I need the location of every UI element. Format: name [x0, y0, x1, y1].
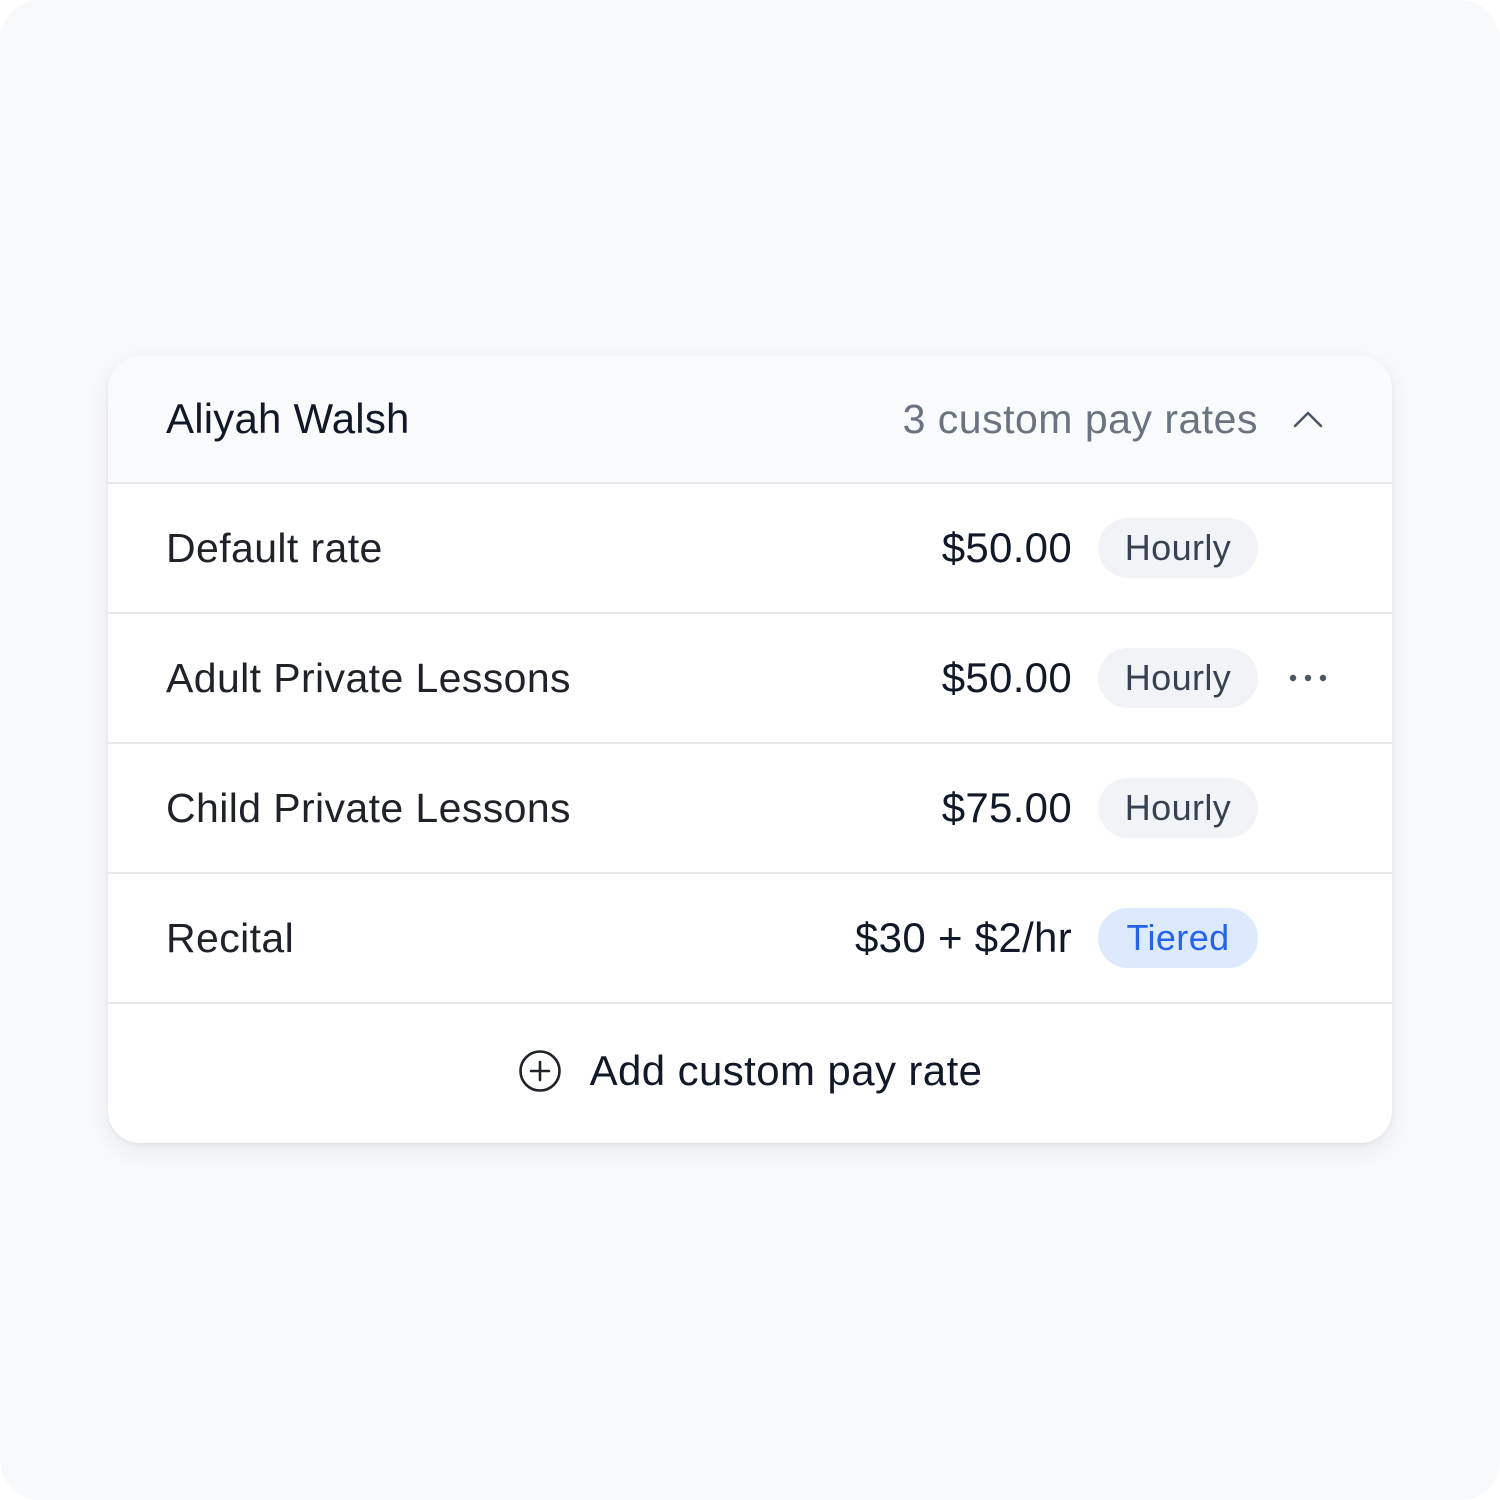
rate-amount: $75.00 — [941, 784, 1072, 831]
rate-row-child-private-lessons[interactable]: Child Private Lessons $75.00 Hourly — [108, 744, 1392, 874]
rate-name: Default rate — [166, 524, 383, 571]
row-actions-slot — [1282, 912, 1334, 964]
row-actions-slot — [1282, 782, 1334, 834]
rate-name: Recital — [166, 914, 295, 961]
more-options-button[interactable] — [1282, 652, 1334, 704]
plus-circle-icon — [518, 1049, 561, 1092]
rate-count: 3 custom pay rates — [902, 395, 1258, 442]
rate-type-badge: Hourly — [1098, 648, 1258, 708]
row-actions-slot — [1282, 522, 1334, 574]
page-background: Aliyah Walsh 3 custom pay rates Default … — [0, 0, 1500, 1500]
rate-row-adult-private-lessons[interactable]: Adult Private Lessons $50.00 Hourly — [108, 614, 1392, 744]
rate-type-badge: Hourly — [1098, 778, 1258, 838]
pay-rates-card: Aliyah Walsh 3 custom pay rates Default … — [108, 356, 1392, 1143]
rate-amount: $50.00 — [941, 654, 1072, 701]
rate-type-badge: Tiered — [1098, 908, 1258, 968]
add-button-label: Add custom pay rate — [589, 1046, 983, 1094]
rate-row-recital[interactable]: Recital $30 + $2/hr Tiered — [108, 874, 1392, 1004]
row-actions-slot — [1282, 652, 1334, 704]
rate-name: Child Private Lessons — [166, 784, 571, 831]
rate-amount: $30 + $2/hr — [855, 914, 1072, 961]
add-custom-pay-rate-button[interactable]: Add custom pay rate — [108, 1004, 1392, 1137]
chevron-up-icon — [1293, 411, 1323, 428]
staff-name: Aliyah Walsh — [166, 395, 410, 442]
card-header[interactable]: Aliyah Walsh 3 custom pay rates — [108, 356, 1392, 484]
rate-amount: $50.00 — [941, 524, 1072, 571]
rate-name: Adult Private Lessons — [166, 654, 571, 701]
rate-row-default[interactable]: Default rate $50.00 Hourly — [108, 484, 1392, 614]
collapse-button[interactable] — [1282, 393, 1334, 445]
more-horizontal-icon — [1289, 674, 1327, 682]
rate-type-badge: Hourly — [1098, 518, 1258, 578]
